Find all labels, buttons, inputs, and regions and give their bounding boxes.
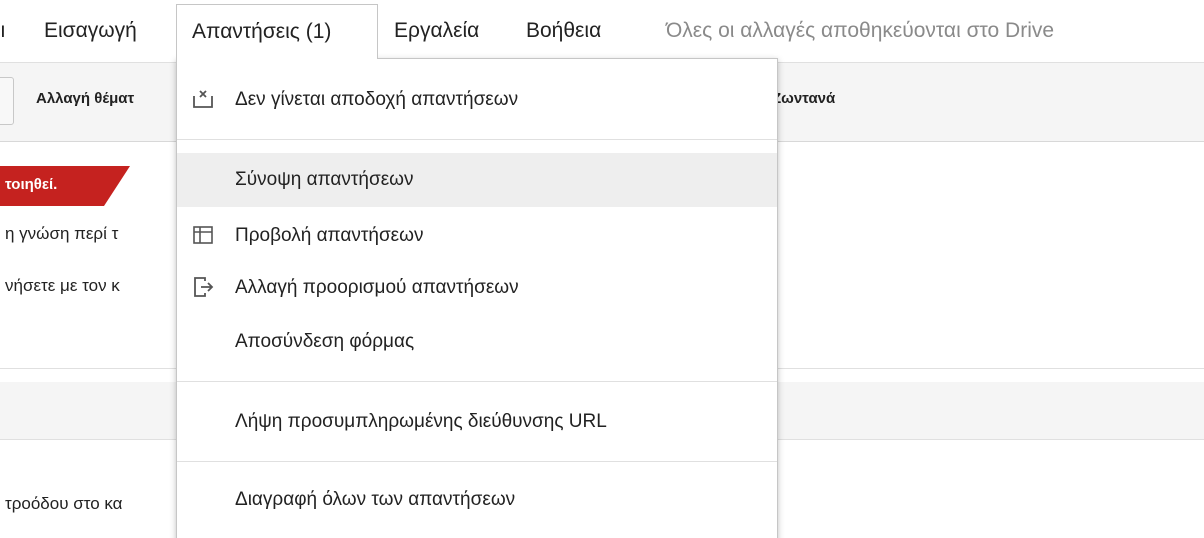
menu-item-label: Σύνοψη απαντήσεων xyxy=(235,169,414,190)
menu-insert[interactable]: Εισαγωγή xyxy=(44,14,137,48)
menu-item-label: Δεν γίνεται αποδοχή απαντήσεων xyxy=(235,89,519,110)
change-destination-icon xyxy=(191,275,215,299)
menu-item-label: Αλλαγή προορισμού απαντήσεων xyxy=(235,277,519,298)
menu-divider xyxy=(177,139,777,140)
menu-item-label: Προβολή απαντήσεων xyxy=(235,225,424,246)
menu-item-not-accepting[interactable]: Δεν γίνεται αποδοχή απαντήσεων xyxy=(177,73,777,127)
save-status: Όλες οι αλλαγές αποθηκεύονται στο Drive xyxy=(666,19,1055,42)
live-form-link[interactable]: Ζωντανά xyxy=(772,90,835,107)
menu-tools[interactable]: Εργαλεία xyxy=(394,14,479,48)
menu-responses-label: Απαντήσεις (1) xyxy=(192,20,332,43)
content-text-line-3: τροόδου στο κα xyxy=(5,494,123,513)
menu-item-unlink-form[interactable]: Αποσύνδεση φόρμας xyxy=(177,315,777,369)
content-text-line-2: νήσετε με τον κ xyxy=(5,276,120,295)
menu-item-label: Λήψη προσυμπληρωμένης διεύθυνσης URL xyxy=(235,411,607,432)
menu-divider xyxy=(177,461,777,462)
error-banner: τοιηθεί. xyxy=(0,166,130,206)
menu-bar: ı Εισαγωγή Απαντήσεις (1) Εργαλεία Βοήθε… xyxy=(0,0,1204,62)
menu-item-prefilled-url[interactable]: Λήψη προσυμπληρωμένης διεύθυνσης URL xyxy=(177,395,777,449)
menu-item-summary[interactable]: Σύνοψη απαντήσεων xyxy=(177,153,777,207)
menu-divider xyxy=(177,381,777,382)
toolbar-button-edge[interactable] xyxy=(0,77,14,125)
menu-help[interactable]: Βοήθεια xyxy=(526,14,601,48)
table-icon xyxy=(191,223,215,247)
not-accepting-icon xyxy=(191,87,215,111)
menu-responses[interactable]: Απαντήσεις (1) xyxy=(176,4,378,59)
menu-item-change-destination[interactable]: Αλλαγή προορισμού απαντήσεων xyxy=(177,261,777,315)
menu-item-view-responses[interactable]: Προβολή απαντήσεων xyxy=(177,209,777,263)
change-theme-button[interactable]: Αλλαγή θέματ xyxy=(36,90,134,107)
menu-fragment-left: ı xyxy=(0,19,6,42)
responses-dropdown: Δεν γίνεται αποδοχή απαντήσεων Σύνοψη απ… xyxy=(176,58,778,538)
error-banner-text: τοιηθεί. xyxy=(5,176,58,193)
content-text-line-1: η γνώση περί τ xyxy=(5,224,119,243)
menu-item-delete-all[interactable]: Διαγραφή όλων των απαντήσεων xyxy=(177,473,777,527)
menu-item-label: Αποσύνδεση φόρμας xyxy=(235,331,415,352)
menu-item-label: Διαγραφή όλων των απαντήσεων xyxy=(235,489,516,510)
